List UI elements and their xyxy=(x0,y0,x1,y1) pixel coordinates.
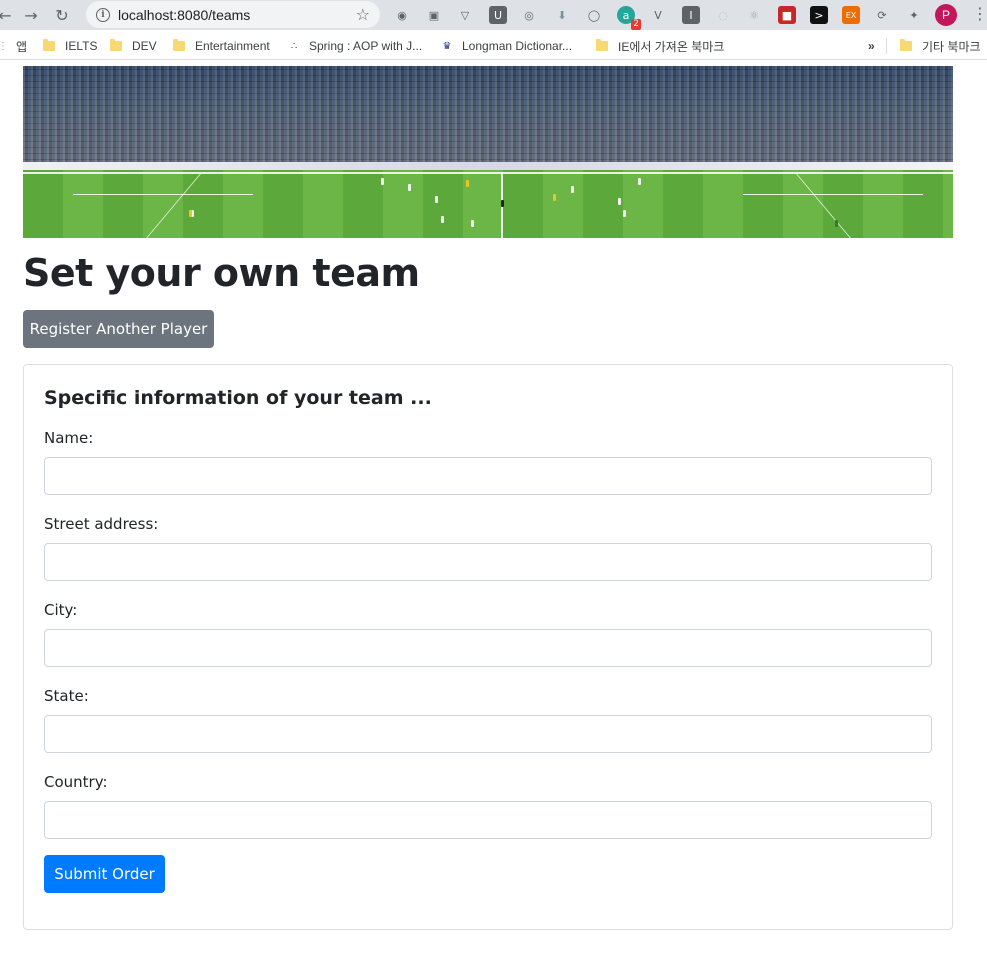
player-figure xyxy=(408,184,411,191)
player-figure xyxy=(623,210,626,217)
extension-icon[interactable]: ◯ xyxy=(585,6,603,24)
bookmark-label: Spring : AOP with J... xyxy=(309,39,423,53)
card-title: Specific information of your team ... xyxy=(44,387,432,409)
download-icon[interactable]: ⬇ xyxy=(553,6,571,24)
player-figure xyxy=(835,220,838,227)
bookmark-label: DEV xyxy=(132,39,157,53)
bookmark-label: 기타 북마크 xyxy=(922,39,981,54)
extension-icon[interactable]: ◌ xyxy=(714,6,732,24)
team-info-card: Specific information of your team ... Na… xyxy=(23,364,953,930)
player-figure xyxy=(381,178,384,185)
star-icon[interactable]: ☆ xyxy=(356,5,370,24)
football-pitch xyxy=(23,170,953,238)
bookmark-dev[interactable]: DEV xyxy=(110,38,157,54)
extension-icon[interactable]: I xyxy=(682,6,700,24)
bookmark-ie-imported[interactable]: IE에서 가져온 북마크 xyxy=(596,38,724,54)
name-label: Name: xyxy=(44,429,94,447)
info-icon[interactable]: i xyxy=(96,7,110,22)
bookmark-extension-icon[interactable]: ■ xyxy=(778,6,796,24)
bookmark-label: IE에서 가져온 북마크 xyxy=(618,39,725,54)
bookmark-label: IELTS xyxy=(65,39,98,53)
player-figure xyxy=(553,194,556,201)
player-figure xyxy=(435,196,438,203)
player-figure xyxy=(471,220,474,227)
state-input[interactable] xyxy=(44,715,932,753)
menu-icon[interactable]: ⋮ xyxy=(972,4,987,23)
player-figure xyxy=(638,178,641,185)
country-label: Country: xyxy=(44,773,108,791)
extension-icon[interactable]: EX xyxy=(842,6,860,24)
stadium-stands xyxy=(23,66,953,166)
vuejs-icon[interactable]: V xyxy=(649,6,667,24)
street-address-input[interactable] xyxy=(44,543,932,581)
state-label: State: xyxy=(44,687,89,705)
player-figure xyxy=(501,200,504,207)
back-icon[interactable]: ← xyxy=(0,4,16,26)
submit-order-button[interactable]: Submit Order xyxy=(44,855,165,893)
bookmark-label: 앱 xyxy=(16,39,28,54)
bookmark-apps[interactable]: ⋮ 앱 xyxy=(0,38,27,54)
bookmark-label: Entertainment xyxy=(195,39,270,53)
terminal-icon[interactable]: > xyxy=(810,6,828,24)
folder-icon xyxy=(596,39,608,51)
bookmark-other[interactable]: 기타 북마크 xyxy=(900,38,981,54)
city-input[interactable] xyxy=(44,629,932,667)
address-bar[interactable]: i localhost:8080/teams ☆ xyxy=(86,1,380,28)
globe-icon[interactable]: ◎ xyxy=(520,6,538,24)
url-text[interactable]: localhost:8080/teams xyxy=(118,7,250,23)
folder-icon xyxy=(173,39,185,51)
browser-toolbar: ← → ↻ i localhost:8080/teams ☆ ◉ ▣ ▽ U ◎… xyxy=(0,0,987,30)
longman-icon: ♛ xyxy=(442,40,452,52)
bookmarks-divider xyxy=(886,38,887,54)
folder-icon xyxy=(900,39,912,51)
folder-icon xyxy=(43,39,55,51)
player-figure xyxy=(618,198,621,205)
reload-icon[interactable]: ↻ xyxy=(51,4,73,26)
forward-icon[interactable]: → xyxy=(20,4,42,26)
extension-icon[interactable]: ◉ xyxy=(393,6,411,24)
react-icon[interactable]: ⚛ xyxy=(745,6,763,24)
bookmark-ielts[interactable]: IELTS xyxy=(43,38,97,54)
grammar-extension-icon[interactable]: a xyxy=(617,6,641,30)
player-figure xyxy=(571,186,574,193)
ublock-icon[interactable]: U xyxy=(489,6,507,24)
extension-icon[interactable]: ▣ xyxy=(425,6,443,24)
bookmarks-overflow-button[interactable]: » xyxy=(868,38,875,54)
extensions-icon[interactable]: ✦ xyxy=(905,6,923,24)
bookmark-spring[interactable]: ∴ Spring : AOP with J... xyxy=(287,38,422,54)
player-figure xyxy=(466,180,469,187)
player-figure xyxy=(189,210,192,217)
apps-icon: ⋮ xyxy=(0,40,8,52)
register-another-player-button[interactable]: Register Another Player xyxy=(23,310,214,348)
spring-icon: ∴ xyxy=(290,40,298,52)
advertising-boards xyxy=(23,162,953,170)
folder-icon xyxy=(110,39,122,51)
bookmark-entertainment[interactable]: Entertainment xyxy=(173,38,270,54)
player-figure xyxy=(441,216,444,223)
bookmark-longman[interactable]: ♛ Longman Dictionar... xyxy=(440,38,573,54)
bookmark-label: Longman Dictionar... xyxy=(462,39,573,53)
pocket-icon[interactable]: ▽ xyxy=(456,6,474,24)
city-label: City: xyxy=(44,601,78,619)
stadium-banner-image xyxy=(23,66,953,238)
country-input[interactable] xyxy=(44,801,932,839)
sync-icon[interactable]: ⟳ xyxy=(873,6,891,24)
street-address-label: Street address: xyxy=(44,515,159,533)
name-input[interactable] xyxy=(44,457,932,495)
profile-avatar[interactable]: P xyxy=(935,4,957,26)
bookmarks-bar: ⋮ 앱 IELTS DEV Entertainment ∴ Spring : A… xyxy=(0,30,987,60)
page-title: Set your own team xyxy=(23,251,420,295)
